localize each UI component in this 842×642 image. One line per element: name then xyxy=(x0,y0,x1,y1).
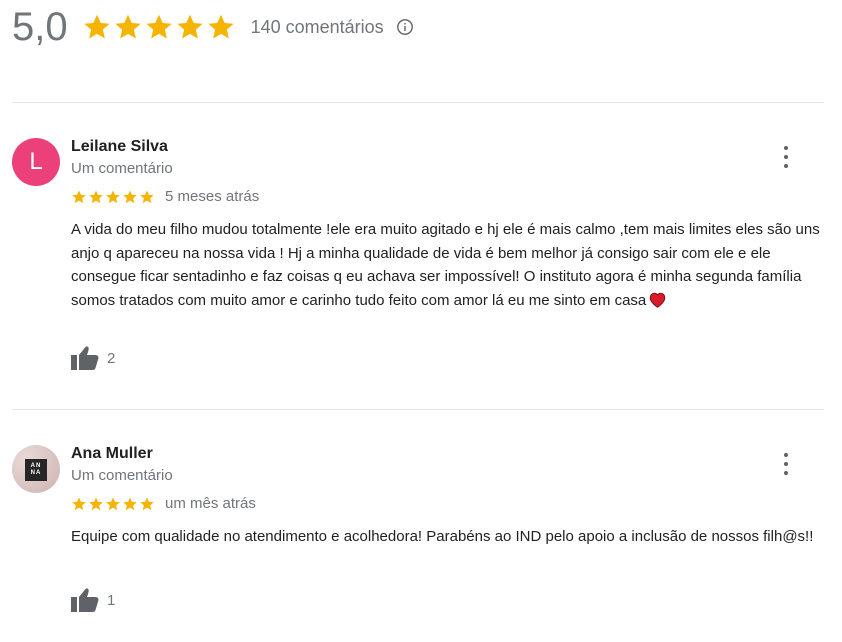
avatar[interactable]: AN NA xyxy=(12,445,60,493)
review-text: A vida do meu filho mudou totalmente !el… xyxy=(71,218,831,312)
star-icon xyxy=(122,189,138,205)
thumbs-up-icon xyxy=(71,346,99,370)
star-icon xyxy=(88,496,104,512)
star-icon xyxy=(113,12,143,42)
star-icon xyxy=(82,12,112,42)
reviewer-name[interactable]: Ana Muller xyxy=(71,445,153,463)
more-vert-icon xyxy=(784,453,788,457)
star-icon xyxy=(206,12,236,42)
star-icon xyxy=(105,496,121,512)
star-icon xyxy=(88,189,104,205)
more-vert-icon xyxy=(784,146,788,150)
like-button[interactable]: 2 xyxy=(71,345,115,371)
reviewer-review-count: Um comentário xyxy=(71,467,173,484)
avatar-letter: L xyxy=(29,148,43,175)
heart-icon xyxy=(649,292,666,308)
review-text: Equipe com qualidade no atendimento e ac… xyxy=(71,528,814,545)
review-text-content: A vida do meu filho mudou totalmente !el… xyxy=(71,221,820,309)
review-date: 5 meses atrás xyxy=(165,188,260,205)
average-star-rating xyxy=(82,12,236,42)
review-star-rating xyxy=(71,496,155,512)
rating-summary: 5,0 140 comentários xyxy=(12,4,414,50)
info-icon[interactable] xyxy=(396,18,414,36)
review-rating: um mês atrás xyxy=(71,495,256,512)
review-star-rating xyxy=(71,189,155,205)
review-count: 140 comentários xyxy=(250,16,384,37)
divider xyxy=(12,409,824,410)
divider xyxy=(12,102,824,103)
review-card: L Leilane Silva Um comentário 5 meses at… xyxy=(12,138,824,378)
reviewer-name[interactable]: Leilane Silva xyxy=(71,138,168,156)
like-count: 1 xyxy=(107,591,116,609)
like-count: 2 xyxy=(107,349,116,367)
star-icon xyxy=(139,496,155,512)
more-options-button[interactable] xyxy=(782,146,790,168)
star-icon xyxy=(139,189,155,205)
review-rating: 5 meses atrás xyxy=(71,188,259,205)
star-icon xyxy=(175,12,205,42)
avatar[interactable]: L xyxy=(12,138,60,186)
star-icon xyxy=(71,189,87,205)
review-card: AN NA Ana Muller Um comentário um mês at… xyxy=(12,445,824,625)
star-icon xyxy=(105,189,121,205)
like-button[interactable]: 1 xyxy=(71,587,115,613)
average-score: 5,0 xyxy=(12,5,68,49)
review-date: um mês atrás xyxy=(165,495,256,512)
star-icon xyxy=(144,12,174,42)
reviewer-review-count: Um comentário xyxy=(71,160,173,177)
thumbs-up-icon xyxy=(71,588,99,612)
more-options-button[interactable] xyxy=(782,453,790,475)
star-icon xyxy=(122,496,138,512)
star-icon xyxy=(71,496,87,512)
avatar-logo: AN NA xyxy=(25,459,47,481)
